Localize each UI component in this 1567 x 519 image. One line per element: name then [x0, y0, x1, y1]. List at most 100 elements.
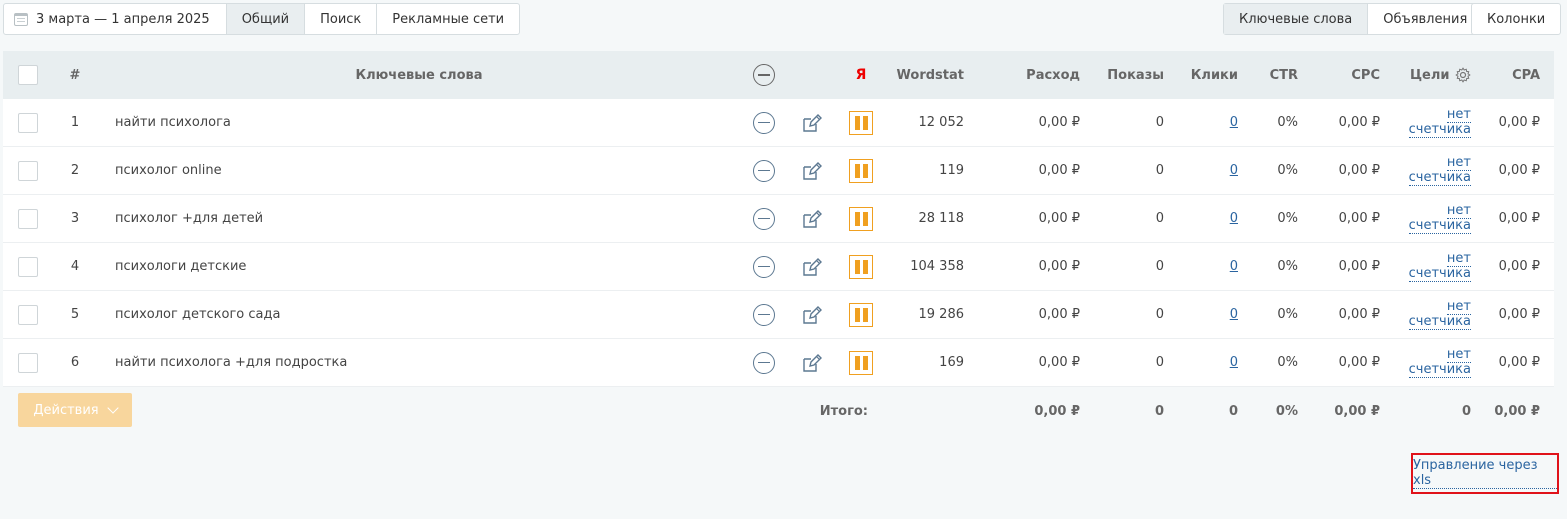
- table-row: 1 найти психолога 12 052 0,00 ₽ 0 0 0% 0…: [3, 99, 1554, 147]
- expense-value: 0,00 ₽: [1038, 163, 1080, 178]
- total-impressions: 0: [1154, 403, 1164, 419]
- minus-circle-icon[interactable]: [753, 111, 775, 134]
- no-counter-line-2: счетчика: [1408, 217, 1471, 234]
- minus-circle-icon[interactable]: [753, 351, 775, 374]
- edit-icon[interactable]: [801, 208, 823, 230]
- pause-icon[interactable]: [849, 254, 873, 279]
- cpa-value: 0,00 ₽: [1498, 115, 1540, 130]
- no-counter-line-2: счетчика: [1408, 121, 1471, 138]
- expense-value: 0,00 ₽: [1038, 307, 1080, 322]
- edit-icon[interactable]: [801, 304, 823, 326]
- header-keywords[interactable]: Ключевые слова: [115, 51, 723, 99]
- header-goals-cell: Цели: [1410, 51, 1484, 99]
- minus-circle-icon[interactable]: [753, 303, 775, 326]
- total-clicks: 0: [1228, 403, 1238, 419]
- row-checkbox[interactable]: [18, 112, 38, 133]
- edit-icon[interactable]: [801, 160, 823, 182]
- row-status-cell: [849, 99, 873, 146]
- filter-group: 3 марта — 1 апреля 2025 Общий Поиск Рекл…: [3, 3, 521, 35]
- impressions-value: 0: [1155, 307, 1164, 322]
- row-number: 5: [70, 307, 80, 322]
- header-wordstat[interactable]: Wordstat: [883, 51, 964, 99]
- header-expense[interactable]: Расход: [983, 51, 1080, 99]
- clicks-link[interactable]: 0: [1230, 115, 1238, 130]
- pause-icon[interactable]: [849, 206, 873, 231]
- actions-button[interactable]: Действия: [18, 393, 132, 427]
- edit-icon[interactable]: [801, 256, 823, 278]
- no-counter-link[interactable]: нет счетчика: [1408, 346, 1471, 378]
- no-counter-link[interactable]: нет счетчика: [1408, 107, 1471, 138]
- clicks-link[interactable]: 0: [1230, 307, 1238, 322]
- header-cpa[interactable]: CPA: [1483, 51, 1540, 99]
- row-checkbox[interactable]: [18, 208, 38, 229]
- row-checkbox[interactable]: [18, 160, 38, 181]
- row-checkbox[interactable]: [18, 352, 38, 373]
- row-checkbox[interactable]: [18, 304, 38, 325]
- header-cpc[interactable]: CPC: [1313, 51, 1380, 99]
- pause-icon[interactable]: [849, 158, 873, 183]
- pause-icon[interactable]: [849, 302, 873, 327]
- cpa-value: 0,00 ₽: [1498, 211, 1540, 226]
- edit-icon[interactable]: [801, 352, 823, 374]
- tab-general[interactable]: Общий: [225, 4, 305, 34]
- clicks-link[interactable]: 0: [1230, 211, 1238, 226]
- clicks-cell: 0: [1178, 291, 1238, 338]
- header-impressions[interactable]: Показы: [1093, 51, 1164, 99]
- header-clicks[interactable]: Клики: [1178, 51, 1238, 99]
- edit-icon[interactable]: [801, 112, 823, 134]
- keyword-text: психологи детские: [115, 259, 247, 274]
- total-cpa: 0,00 ₽: [1494, 403, 1540, 419]
- date-range-label: 3 марта — 1 апреля 2025: [36, 11, 210, 27]
- pause-icon[interactable]: [849, 350, 873, 375]
- date-range-picker[interactable]: 3 марта — 1 апреля 2025: [4, 4, 226, 34]
- row-edit-cell: [801, 291, 823, 338]
- select-all-checkbox[interactable]: [18, 65, 38, 85]
- row-status-cell: [849, 243, 873, 290]
- tab-ad-networks[interactable]: Рекламные сети: [376, 4, 519, 34]
- clicks-link[interactable]: 0: [1230, 259, 1238, 274]
- row-checkbox[interactable]: [18, 256, 38, 277]
- no-counter-line-1: нет: [1446, 346, 1471, 363]
- row-edit-cell: [801, 195, 823, 242]
- wordstat-value: 28 118: [918, 211, 965, 226]
- columns-button[interactable]: Колонки: [1472, 4, 1560, 34]
- clicks-link[interactable]: 0: [1230, 163, 1238, 178]
- wordstat-value: 19 286: [918, 307, 965, 322]
- clicks-cell: 0: [1178, 147, 1238, 194]
- table-row: 3 психолог +для детей 28 118 0,00 ₽ 0 0 …: [3, 195, 1554, 243]
- header-ya: Я: [849, 51, 873, 99]
- xls-management-link[interactable]: Управление через xls: [1413, 458, 1557, 489]
- minus-circle-icon[interactable]: [753, 159, 775, 182]
- gear-icon[interactable]: [1454, 67, 1471, 83]
- chevron-down-icon: [106, 401, 119, 414]
- no-counter-link[interactable]: нет счетчика: [1408, 251, 1471, 282]
- minus-circle-icon[interactable]: [753, 64, 775, 86]
- cpc-value: 0,00 ₽: [1338, 211, 1380, 226]
- ctr-value: 0%: [1277, 307, 1298, 322]
- clicks-link[interactable]: 0: [1230, 355, 1238, 370]
- minus-circle-icon[interactable]: [753, 207, 775, 230]
- no-counter-link[interactable]: нет счетчика: [1408, 299, 1471, 330]
- keywords-table: # Ключевые слова Я Wordstat Расход Показ…: [3, 51, 1554, 435]
- keyword-text: психолог +для детей: [115, 211, 264, 226]
- cpa-value: 0,00 ₽: [1498, 355, 1540, 370]
- tab-ads[interactable]: Объявления: [1367, 4, 1482, 34]
- row-minus-cell: [753, 291, 775, 338]
- header-ctr[interactable]: CTR: [1251, 51, 1298, 99]
- pause-icon[interactable]: [849, 110, 873, 135]
- toolbar: 3 марта — 1 апреля 2025 Общий Поиск Рекл…: [3, 3, 1564, 35]
- tab-search[interactable]: Поиск: [304, 4, 376, 34]
- row-minus-cell: [753, 195, 775, 242]
- tab-keywords[interactable]: Ключевые слова: [1224, 4, 1368, 34]
- no-counter-link[interactable]: нет счетчика: [1408, 203, 1471, 234]
- view-group: Ключевые слова Объявления: [1223, 3, 1484, 35]
- header-goals[interactable]: Цели: [1410, 68, 1450, 83]
- impressions-value: 0: [1155, 163, 1164, 178]
- total-expense: 0,00 ₽: [1034, 403, 1080, 419]
- row-number: 6: [70, 355, 80, 370]
- table-row: 4 психологи детские 104 358 0,00 ₽ 0 0 0…: [3, 243, 1554, 291]
- row-edit-cell: [801, 243, 823, 290]
- no-counter-link[interactable]: нет счетчика: [1408, 155, 1471, 186]
- row-checkbox-cell: [18, 99, 38, 146]
- minus-circle-icon[interactable]: [753, 255, 775, 278]
